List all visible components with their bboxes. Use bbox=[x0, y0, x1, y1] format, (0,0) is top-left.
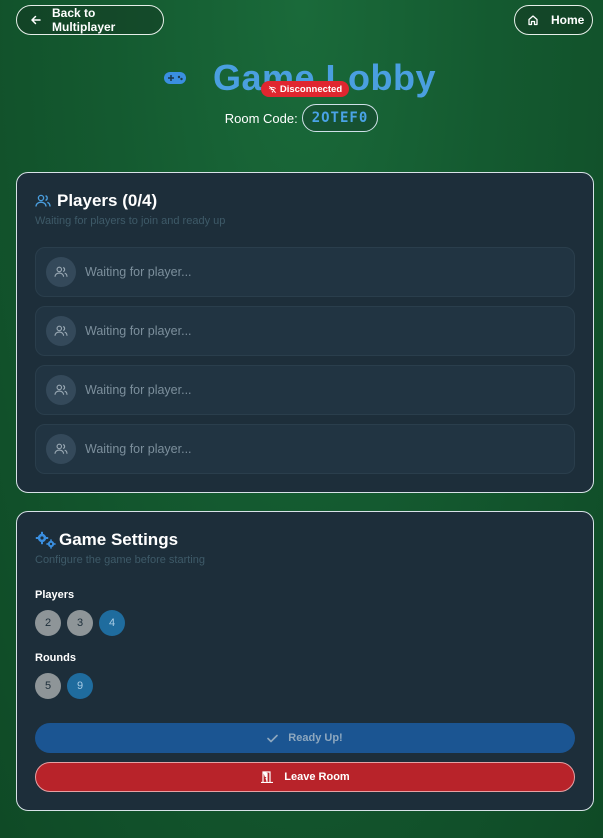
player-count-option-3[interactable]: 3 bbox=[67, 610, 93, 636]
player-slot-label: Waiting for player... bbox=[85, 383, 192, 397]
back-to-multiplayer-button[interactable]: Back to Multiplayer bbox=[16, 5, 164, 35]
player-slot: Waiting for player... bbox=[35, 365, 575, 415]
players-card: Players (0/4) Waiting for players to joi… bbox=[16, 172, 594, 493]
avatar bbox=[46, 375, 76, 405]
connection-status-badge: Disconnected bbox=[261, 81, 349, 97]
users-icon bbox=[54, 384, 68, 395]
settings-subtitle: Configure the game before starting bbox=[35, 554, 205, 566]
check-icon bbox=[267, 734, 279, 742]
rounds-setting-label: Rounds bbox=[35, 652, 76, 664]
settings-card-header: Game Settings bbox=[35, 530, 178, 550]
ready-up-label: Ready Up! bbox=[288, 732, 343, 744]
player-slot-label: Waiting for player... bbox=[85, 265, 192, 279]
home-button-label: Home bbox=[551, 13, 585, 27]
players-title: Players (0/4) bbox=[57, 191, 158, 210]
player-slot-label: Waiting for player... bbox=[85, 324, 192, 338]
gamepad-icon bbox=[163, 72, 186, 84]
round-count-option-9[interactable]: 9 bbox=[67, 673, 93, 699]
player-count-options: 2 3 4 bbox=[35, 610, 125, 636]
players-setting-label: Players bbox=[35, 589, 75, 601]
room-code-label: Room Code: bbox=[224, 110, 298, 126]
game-settings-card: Game Settings Configure the game before … bbox=[16, 511, 594, 811]
avatar bbox=[46, 316, 76, 346]
home-button[interactable]: Home bbox=[514, 5, 593, 35]
player-count-option-4[interactable]: 4 bbox=[99, 610, 125, 636]
player-slot: Waiting for player... bbox=[35, 424, 575, 474]
users-icon bbox=[35, 194, 51, 207]
avatar bbox=[46, 434, 76, 464]
leave-room-label: Leave Room bbox=[284, 771, 350, 783]
door-open-icon bbox=[261, 771, 274, 783]
round-count-option-5[interactable]: 5 bbox=[35, 673, 61, 699]
users-icon bbox=[54, 325, 68, 336]
players-card-header: Players (0/4) bbox=[35, 191, 157, 211]
round-count-options: 5 9 bbox=[35, 673, 93, 699]
connection-status-text: Disconnected bbox=[279, 83, 343, 95]
players-subtitle: Waiting for players to join and ready up bbox=[35, 215, 226, 227]
back-button-label: Back to Multiplayer bbox=[52, 6, 116, 34]
ready-up-button[interactable]: Ready Up! bbox=[35, 723, 575, 753]
avatar bbox=[46, 257, 76, 287]
gears-icon bbox=[35, 531, 56, 549]
settings-title: Game Settings bbox=[59, 530, 179, 549]
player-count-option-2[interactable]: 2 bbox=[35, 610, 61, 636]
wifi-off-icon bbox=[268, 85, 276, 93]
room-code-value[interactable]: 2OTEF0 bbox=[301, 104, 379, 132]
leave-room-button[interactable]: Leave Room bbox=[35, 762, 575, 792]
arrow-left-icon bbox=[31, 15, 41, 25]
player-slot: Waiting for player... bbox=[35, 306, 575, 356]
users-icon bbox=[54, 443, 68, 454]
player-slot: Waiting for player... bbox=[35, 247, 575, 297]
users-icon bbox=[54, 266, 68, 277]
home-icon bbox=[528, 15, 538, 26]
player-slot-label: Waiting for player... bbox=[85, 442, 192, 456]
